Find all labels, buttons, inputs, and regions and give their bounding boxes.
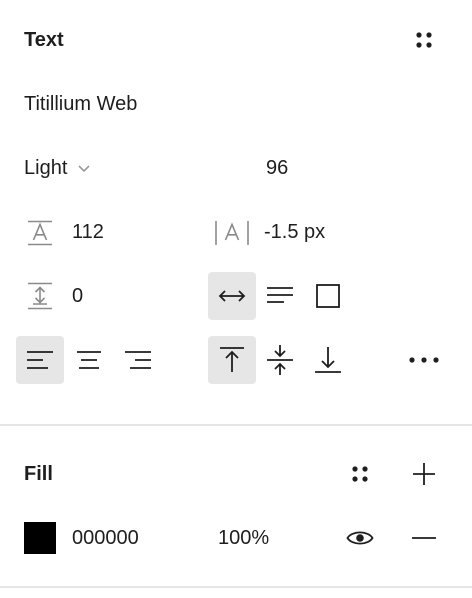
section-divider [0,424,472,426]
align-right-icon[interactable] [124,350,152,370]
add-fill-icon[interactable] [412,462,436,486]
align-bottom-icon[interactable] [314,346,342,374]
fill-styles-grid-icon[interactable] [348,462,372,486]
auto-width-button[interactable] [208,272,256,320]
auto-width-icon [218,286,246,306]
align-top-icon [219,346,245,374]
chevron-down-icon [77,161,91,175]
letter-spacing-input[interactable]: -1.5 px [264,220,325,244]
text-styles-grid-icon[interactable] [412,28,436,52]
line-height-input[interactable]: 112 [72,220,104,244]
section-divider-bottom [0,586,472,588]
fill-section-title: Fill [24,463,53,485]
fill-opacity-input[interactable]: 100% [218,526,269,550]
fill-hex-input[interactable]: 000000 [72,526,139,550]
remove-fill-icon[interactable] [412,537,436,539]
line-height-icon [24,220,56,246]
align-top-button[interactable] [208,336,256,384]
font-weight-select[interactable]: Light [24,156,91,180]
align-left-button[interactable] [16,336,64,384]
text-section-title: Text [24,29,64,51]
align-left-icon [26,350,54,370]
font-weight-label: Light [24,157,68,179]
fixed-size-icon[interactable] [316,284,340,308]
align-center-icon[interactable] [76,350,102,370]
more-options-icon[interactable] [408,352,440,368]
paragraph-spacing-icon [24,282,56,310]
align-middle-icon[interactable] [266,344,294,376]
font-size-input[interactable]: 96 [266,156,288,180]
fill-color-swatch[interactable] [24,522,56,554]
letter-spacing-icon [212,220,252,246]
paragraph-spacing-input[interactable]: 0 [72,284,83,308]
auto-height-icon[interactable] [266,284,294,308]
eye-icon[interactable] [346,528,374,548]
font-family-select[interactable]: Titillium Web [24,92,137,116]
